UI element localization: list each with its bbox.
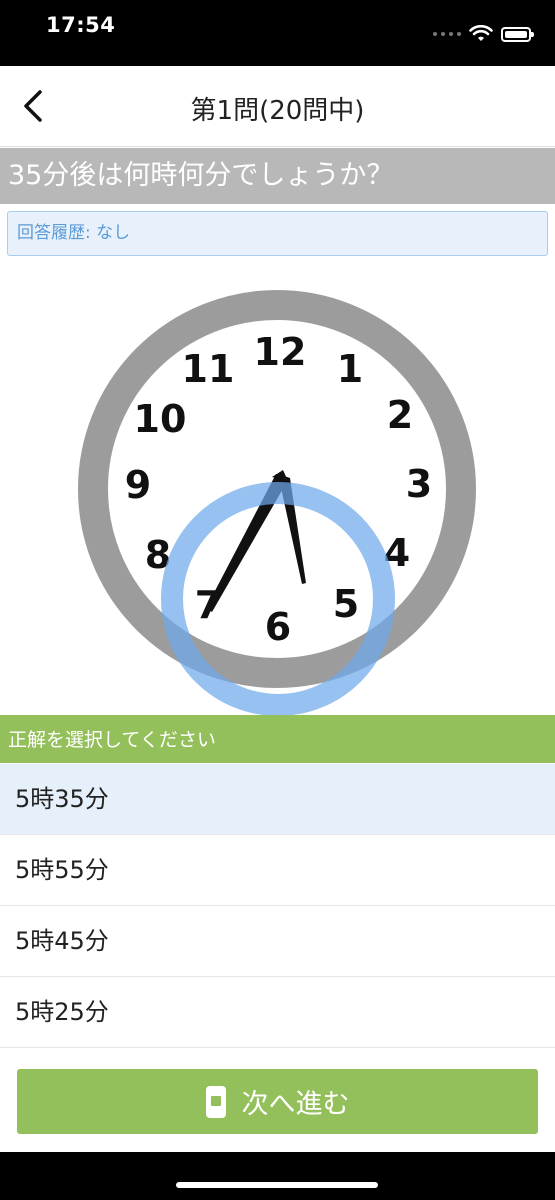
clock-number-12: 12 [254,330,307,374]
home-indicator[interactable] [176,1182,378,1188]
status-bar: 17:54 [0,0,555,66]
signal-icon [433,32,461,36]
bottom-bar [0,1152,555,1200]
answer-option-4[interactable]: 5時25分 [0,977,555,1048]
clock-number-11: 11 [182,347,235,391]
status-icons [433,22,534,46]
clock-number-3: 3 [406,462,432,506]
answer-option-1[interactable]: 5時35分 [0,764,555,835]
choose-answer-prompt: 正解を選択してください [0,715,555,763]
clock-number-9: 9 [125,463,151,507]
next-button-label: 次へ進む [241,1089,350,1120]
answer-option-3[interactable]: 5時45分 [0,906,555,977]
answer-history: 回答履歴: なし [7,211,548,256]
battery-icon [501,26,534,42]
status-time: 17:54 [46,13,116,37]
nav-bar: 第1問(20問中) [0,66,555,147]
clock-number-6: 6 [265,605,291,649]
phone-icon [205,1085,226,1118]
clock-number-5: 5 [333,582,359,626]
analog-clock: 12 1 2 3 4 5 6 7 8 9 10 11 [78,290,476,716]
clock-number-1: 1 [337,347,363,391]
next-button[interactable]: 次へ進む [17,1069,538,1134]
question-text: 35分後は何時何分でしょうか？ [0,148,555,204]
answer-list: 5時35分 5時55分 5時45分 5時25分 [0,764,555,1048]
clock-number-10: 10 [134,397,187,441]
page-title: 第1問(20問中) [190,96,365,126]
answer-option-2[interactable]: 5時55分 [0,835,555,906]
clock-number-2: 2 [387,393,413,437]
wifi-icon [469,25,493,41]
